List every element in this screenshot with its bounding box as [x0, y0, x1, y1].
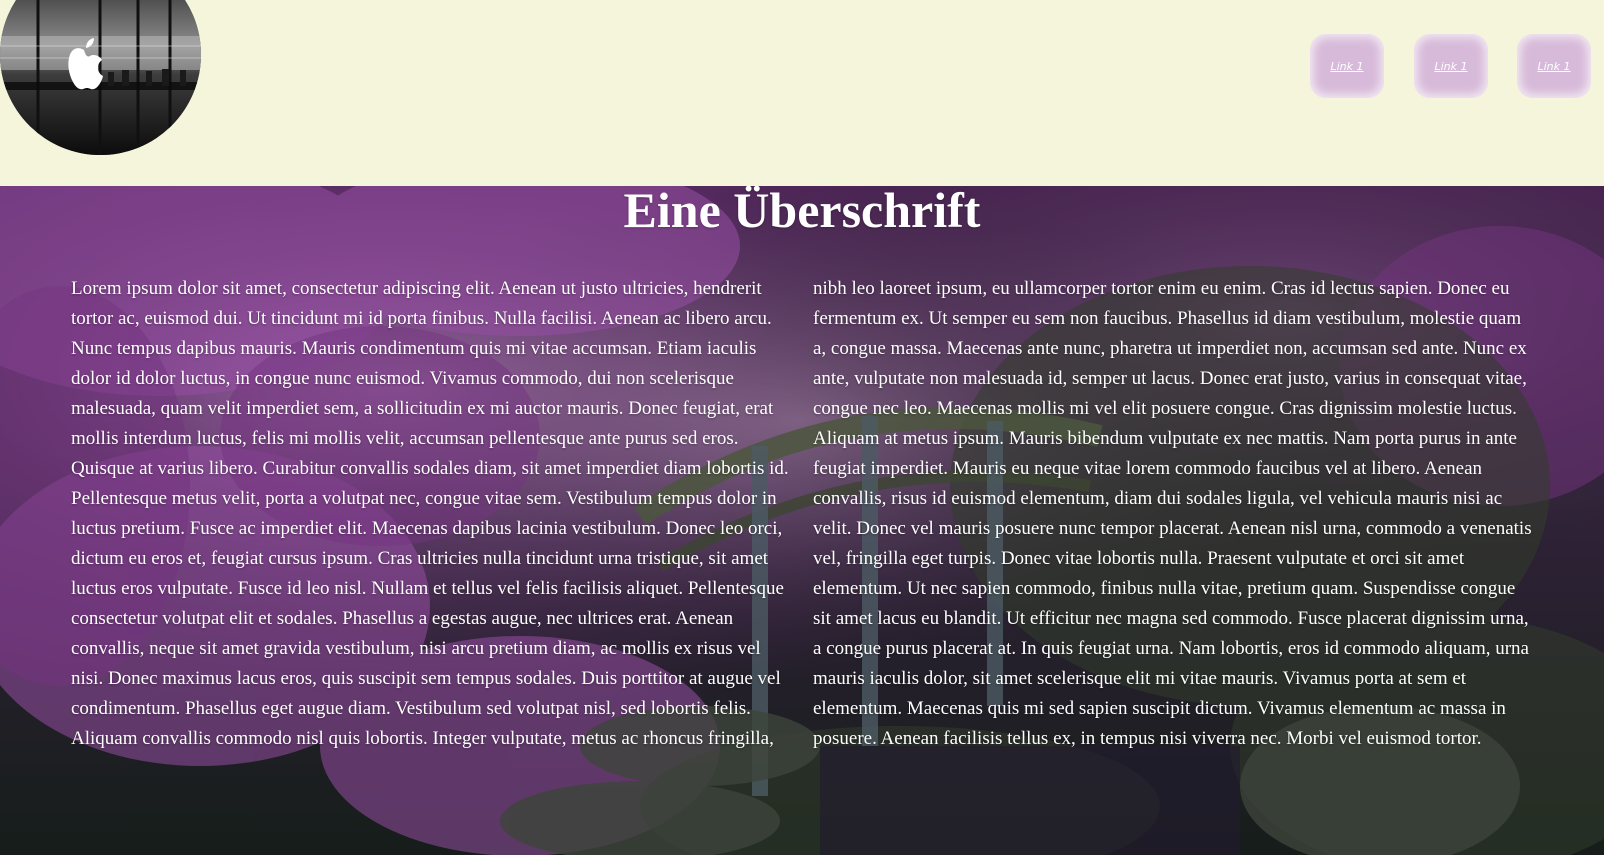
apple-store-photo [0, 0, 201, 155]
nav-link-1[interactable]: Link 1 [1310, 34, 1384, 98]
logo-image[interactable] [0, 0, 201, 155]
page-heading: Eine Überschrift [623, 186, 981, 238]
hero-section: Eine Überschrift Lorem ipsum dolor sit a… [0, 186, 1604, 855]
nav-link-2[interactable]: Link 1 [1414, 34, 1488, 98]
body-text: Lorem ipsum dolor sit amet, consectetur … [71, 278, 1532, 749]
site-header: Link 1 Link 1 Link 1 [0, 0, 1604, 186]
nav-link-3[interactable]: Link 1 [1517, 34, 1591, 98]
